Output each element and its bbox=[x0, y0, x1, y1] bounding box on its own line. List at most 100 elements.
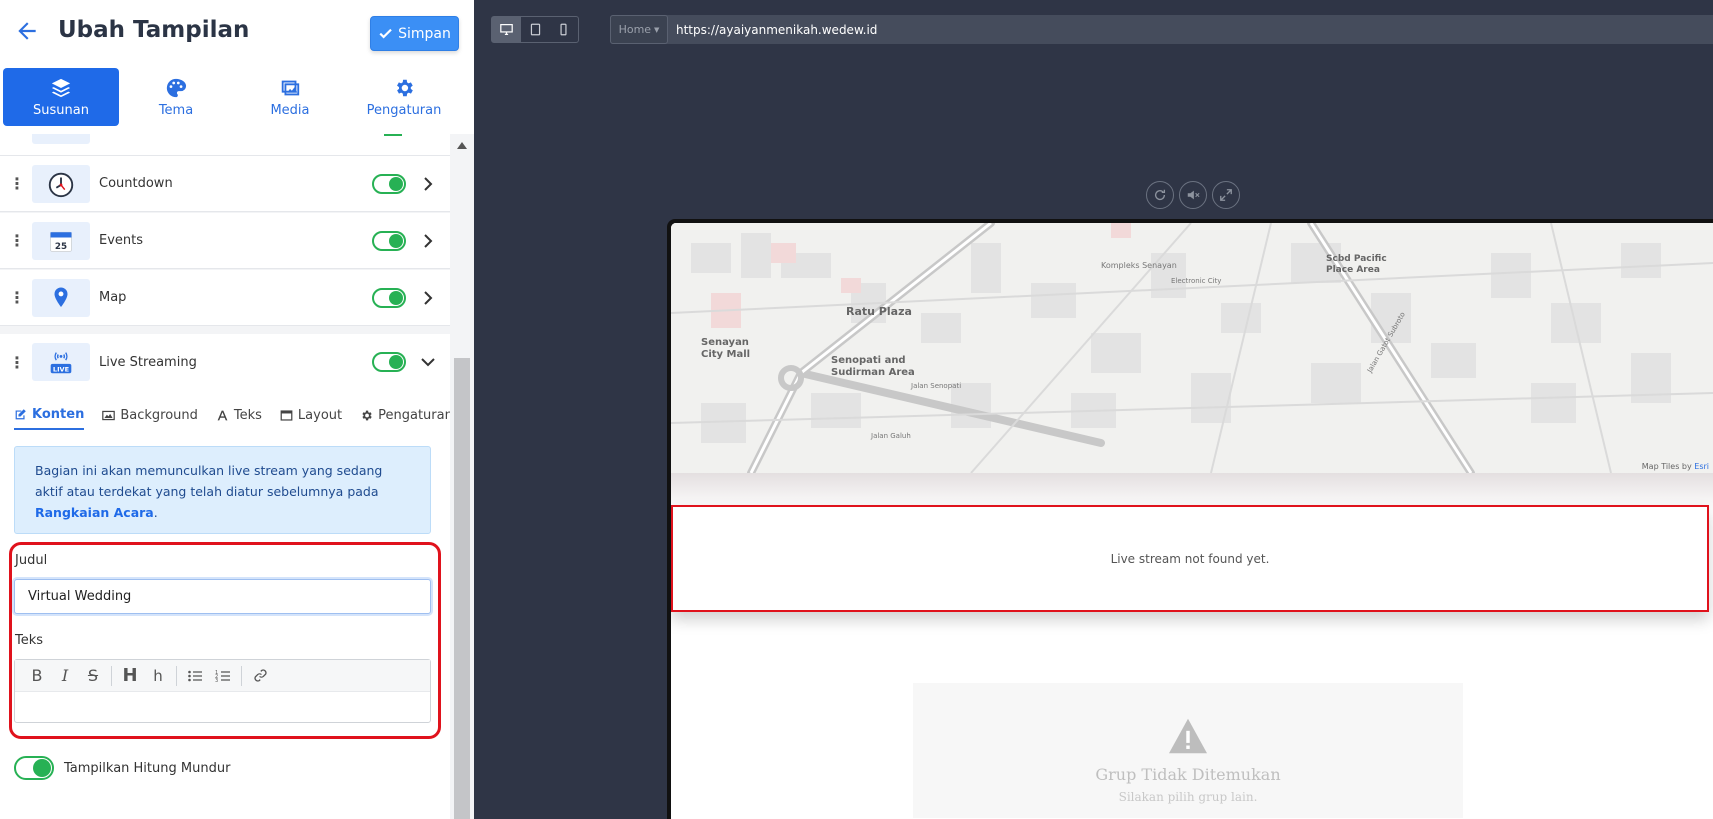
svg-text:Jalan Senopati: Jalan Senopati bbox=[910, 382, 961, 390]
map-attribution: Map Tiles by Esri bbox=[1641, 462, 1709, 471]
tab-layout[interactable]: Layout bbox=[280, 400, 360, 430]
tab-label: Susunan bbox=[33, 102, 89, 118]
live-stream-section: Live stream not found yet. bbox=[671, 505, 1709, 612]
svg-text:LIVE: LIVE bbox=[53, 365, 69, 373]
drag-handle-icon[interactable]: ⋮ bbox=[0, 174, 32, 193]
countdown-toggle[interactable] bbox=[14, 756, 54, 780]
section-toggle[interactable] bbox=[372, 230, 406, 251]
drag-handle-icon[interactable]: ⋮ bbox=[0, 231, 32, 250]
mute-icon[interactable] bbox=[1179, 181, 1207, 209]
section-countdown[interactable]: ⋮ Countdown bbox=[0, 156, 450, 212]
group-title: Grup Tidak Ditemukan bbox=[1095, 765, 1281, 784]
tab-label: Media bbox=[270, 102, 310, 118]
editor-panel: Ubah Tampilan Simpan Susunan Tema Media … bbox=[0, 0, 474, 819]
device-frame: Ratu Plaza Senopati and Sudirman Area Sen… bbox=[667, 219, 1713, 819]
gear-icon bbox=[362, 410, 372, 420]
chevron-right-icon[interactable] bbox=[420, 233, 436, 249]
heading-large-icon[interactable]: H bbox=[116, 664, 144, 688]
map-embed[interactable]: Ratu Plaza Senopati and Sudirman Area Sen… bbox=[671, 223, 1713, 473]
panel-header: Ubah Tampilan Simpan bbox=[0, 0, 474, 68]
live-stream-message: Live stream not found yet. bbox=[1110, 551, 1270, 566]
section-label: Map bbox=[99, 290, 127, 305]
section-live-streaming: ⋮ LIVE Live Streaming Konten Background bbox=[0, 334, 450, 819]
tab-susunan[interactable]: Susunan bbox=[3, 68, 119, 126]
italic-icon[interactable]: I bbox=[51, 664, 79, 688]
tablet-icon[interactable] bbox=[521, 17, 550, 42]
section-label: Events bbox=[99, 233, 144, 248]
info-alert: Bagian ini akan memunculkan live stream … bbox=[14, 446, 431, 534]
frame-controls bbox=[1146, 181, 1240, 209]
sections-list: ⋮ Countdown ⋮ 25 Events ⋮ Map ⋮ LIVE Liv… bbox=[0, 134, 450, 819]
url-text[interactable]: https://ayaiyanmenikah.wedew.id bbox=[676, 23, 877, 37]
font-icon bbox=[217, 410, 228, 420]
check-icon bbox=[379, 28, 392, 39]
warning-icon bbox=[1169, 718, 1207, 754]
tab-media[interactable]: Media bbox=[233, 68, 347, 126]
svg-text:SenayanCity Mall: Senayan City Mall bbox=[701, 337, 750, 360]
palette-icon bbox=[166, 78, 187, 97]
calendar-icon: 25 bbox=[32, 221, 90, 260]
svg-text:Jalan Galuh: Jalan Galuh bbox=[870, 432, 911, 440]
tab-background[interactable]: Background bbox=[102, 400, 216, 430]
scroll-thumb[interactable] bbox=[454, 358, 470, 819]
caret-down-icon: ▼ bbox=[654, 25, 660, 34]
group-not-found: Grup Tidak Ditemukan Silakan pilih grup … bbox=[913, 683, 1463, 818]
tab-label: Tema bbox=[158, 102, 194, 118]
clock-icon bbox=[32, 164, 90, 203]
preview-toolbar: Home ▼ https://ayaiyanmenikah.wedew.id bbox=[474, 0, 1713, 58]
teks-label: Teks bbox=[15, 633, 44, 648]
section-label: Countdown bbox=[99, 176, 173, 191]
bold-icon[interactable]: B bbox=[23, 664, 51, 688]
tab-konten[interactable]: Konten bbox=[14, 400, 85, 430]
url-bar: Home ▼ https://ayaiyanmenikah.wedew.id bbox=[610, 15, 1713, 44]
preview-area: Ratu Plaza Senopati and Sudirman Area Sen… bbox=[474, 58, 1713, 819]
chevron-down-icon[interactable] bbox=[420, 354, 436, 370]
map-pin-icon bbox=[32, 278, 90, 317]
section-toggle[interactable] bbox=[372, 173, 406, 194]
drag-handle-icon[interactable]: ⋮ bbox=[0, 353, 32, 372]
tab-pengaturan[interactable]: Pengaturan bbox=[347, 68, 461, 126]
mobile-icon[interactable] bbox=[549, 17, 578, 42]
live-icon: LIVE bbox=[32, 343, 90, 381]
tab-label: Pengaturan bbox=[366, 102, 442, 118]
edit-icon bbox=[15, 408, 26, 419]
rich-text-editor[interactable]: B I S H h 123 bbox=[14, 659, 431, 723]
link-icon[interactable] bbox=[246, 664, 274, 688]
fullscreen-icon[interactable] bbox=[1212, 181, 1240, 209]
panel-scrollbar[interactable] bbox=[450, 134, 474, 819]
section-events[interactable]: ⋮ 25 Events bbox=[0, 213, 450, 269]
heading-small-icon[interactable]: h bbox=[144, 664, 172, 688]
esri-link[interactable]: Esri bbox=[1694, 462, 1709, 471]
tab-pengaturan-section[interactable]: Pengaturan bbox=[360, 400, 450, 430]
judul-label: Judul bbox=[15, 553, 48, 568]
save-button[interactable]: Simpan bbox=[370, 16, 459, 51]
map-graphic: Ratu Plaza Senopati and Sudirman Area Sen… bbox=[671, 223, 1713, 473]
layers-icon bbox=[51, 78, 71, 97]
numbered-list-icon[interactable]: 123 bbox=[209, 664, 237, 688]
refresh-icon[interactable] bbox=[1146, 181, 1174, 209]
image-icon bbox=[102, 410, 116, 420]
strikethrough-icon[interactable]: S bbox=[79, 664, 107, 688]
section-label: Live Streaming bbox=[99, 354, 197, 370]
back-arrow-icon[interactable] bbox=[14, 18, 40, 44]
section-live-streaming-header[interactable]: ⋮ LIVE Live Streaming bbox=[0, 334, 450, 390]
judul-input[interactable] bbox=[14, 579, 431, 614]
gear-icon bbox=[397, 79, 413, 96]
desktop-icon[interactable] bbox=[492, 17, 521, 42]
section-toggle[interactable] bbox=[372, 352, 406, 372]
tab-teks[interactable]: Teks bbox=[216, 400, 280, 430]
rangkaian-acara-link[interactable]: Rangkaian Acara bbox=[35, 505, 154, 520]
section-map[interactable]: ⋮ Map bbox=[0, 270, 450, 326]
scroll-up-icon[interactable] bbox=[457, 142, 467, 149]
list-item bbox=[0, 134, 450, 156]
section-toggle[interactable] bbox=[372, 287, 406, 308]
site-preview[interactable]: Ratu Plaza Senopati and Sudirman Area Sen… bbox=[671, 223, 1713, 819]
chevron-right-icon[interactable] bbox=[420, 290, 436, 306]
save-label: Simpan bbox=[398, 25, 451, 42]
page-select[interactable]: Home ▼ bbox=[610, 15, 668, 44]
drag-handle-icon[interactable]: ⋮ bbox=[0, 288, 32, 307]
page-title: Ubah Tampilan bbox=[58, 17, 250, 43]
chevron-right-icon[interactable] bbox=[420, 176, 436, 192]
tab-tema[interactable]: Tema bbox=[119, 68, 233, 126]
bullet-list-icon[interactable] bbox=[181, 664, 209, 688]
